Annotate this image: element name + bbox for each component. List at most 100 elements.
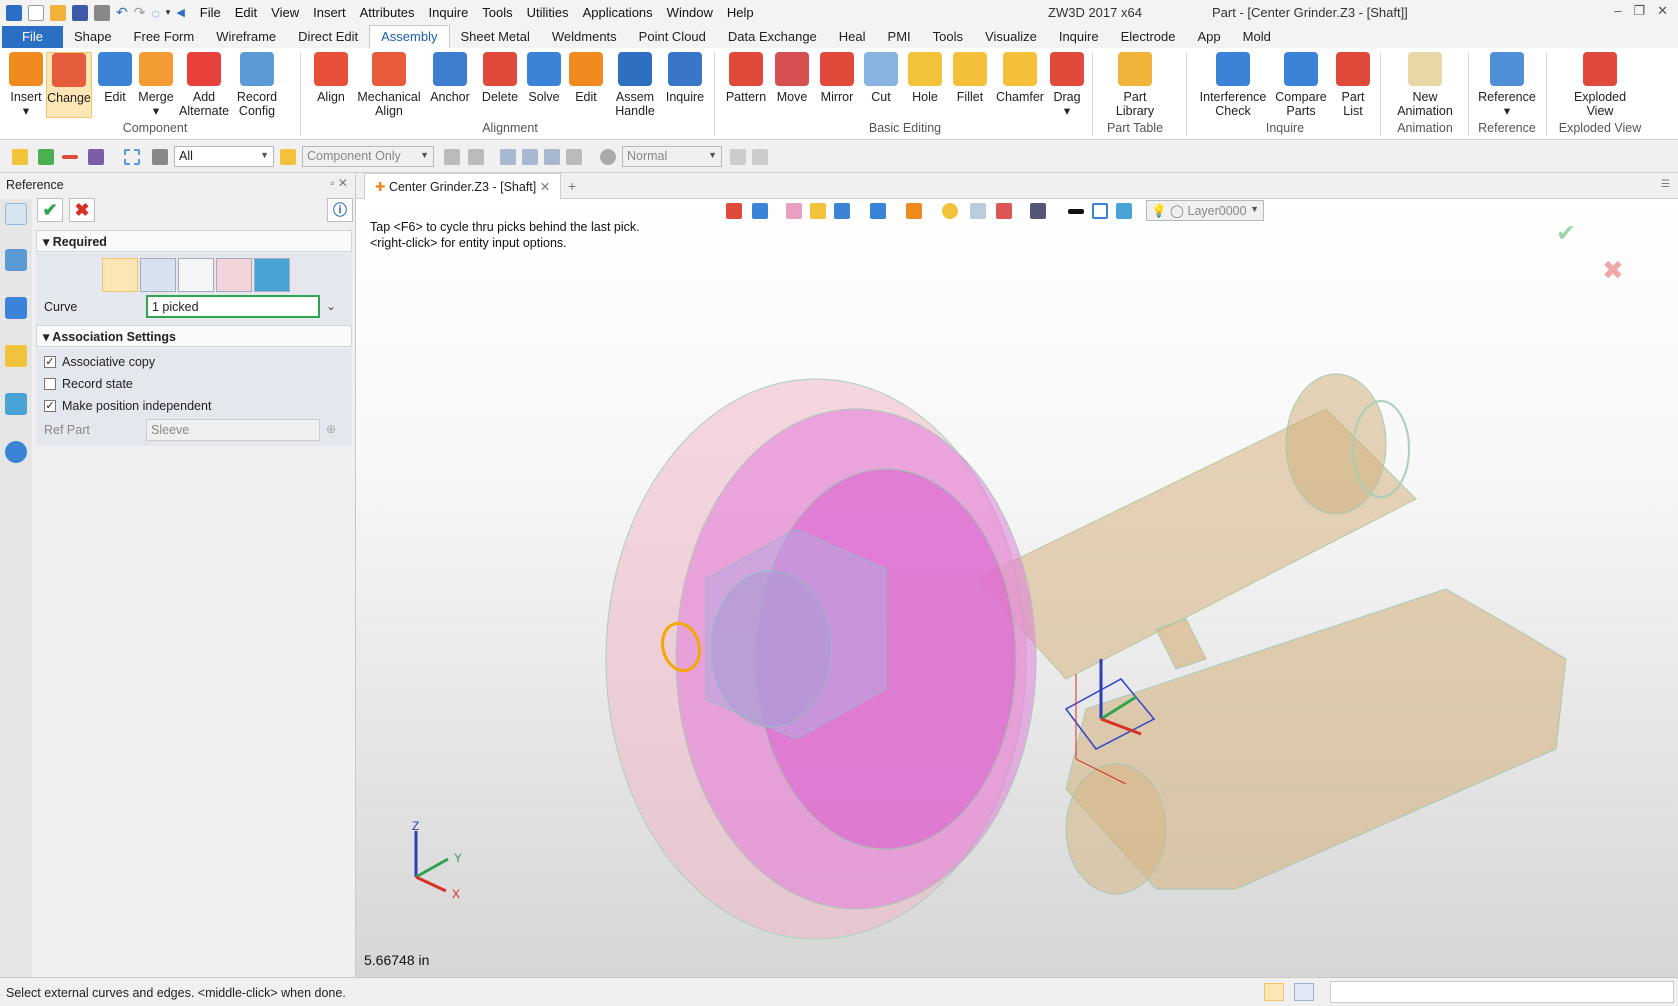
viewport-cancel-icon[interactable]: ✖ — [1602, 255, 1624, 286]
lasso-icon[interactable] — [124, 149, 140, 165]
tool-link-icon[interactable] — [752, 149, 768, 165]
filter-display-icon[interactable] — [1030, 203, 1046, 219]
status-input[interactable] — [1330, 981, 1674, 1003]
layer-combo[interactable]: 💡 ◯ Layer0000 ▼ — [1146, 200, 1264, 221]
checkbox-box[interactable]: ✓ — [44, 356, 56, 368]
cursor-tool-icon[interactable] — [730, 149, 746, 165]
association-section-header[interactable]: ▾ Association Settings — [36, 325, 352, 347]
minimize-icon[interactable]: – — [1614, 3, 1621, 19]
component-filter-combo[interactable]: Component Only ▼ — [302, 146, 434, 167]
drag-button[interactable]: Drag ▾ — [1050, 52, 1084, 118]
ok-button[interactable]: ✔ — [37, 198, 63, 222]
panel-close-icon[interactable]: ▫ ✕ — [330, 176, 348, 190]
viewport-ok-icon[interactable]: ✔ — [1556, 219, 1576, 248]
remove-pick-icon[interactable] — [62, 155, 78, 159]
menu-inquire[interactable]: Inquire — [422, 5, 476, 20]
mechanical-align-button[interactable]: Mechanical Align — [356, 52, 422, 118]
align-button[interactable]: Align — [312, 52, 350, 104]
snap-icon[interactable] — [444, 149, 460, 165]
mirror-button[interactable]: Mirror — [818, 52, 856, 104]
tab-tools[interactable]: Tools — [922, 26, 974, 48]
image-view-icon[interactable] — [5, 393, 27, 415]
cube-icon[interactable] — [810, 203, 826, 219]
tab-menu-icon[interactable]: ☰ — [1661, 179, 1670, 190]
add-pick-icon[interactable] — [38, 149, 54, 165]
assembly-tree-icon[interactable] — [5, 249, 27, 271]
tab-direct-edit[interactable]: Direct Edit — [287, 26, 369, 48]
measure-icon[interactable] — [996, 203, 1012, 219]
curve-filter-icon[interactable] — [102, 258, 138, 292]
tab-file[interactable]: File — [2, 26, 63, 48]
anchor-button[interactable]: Anchor — [428, 52, 472, 104]
menu-insert[interactable]: Insert — [306, 5, 353, 20]
user-icon[interactable] — [5, 441, 27, 463]
solve-button[interactable]: Solve — [526, 52, 562, 104]
section-icon[interactable] — [906, 203, 922, 219]
settings-gear-icon[interactable] — [600, 149, 616, 165]
pen-icon[interactable] — [786, 203, 802, 219]
fillet-button[interactable]: Fillet — [952, 52, 988, 104]
info-button[interactable]: ⓘ — [327, 198, 353, 222]
hole-button[interactable]: Hole — [908, 52, 942, 104]
part-list-button[interactable]: Part List — [1336, 52, 1370, 118]
reference-button[interactable]: Reference ▾ — [1476, 52, 1538, 118]
restore-icon[interactable]: ❐ — [1633, 3, 1645, 19]
chamfer-button[interactable]: Chamfer — [996, 52, 1044, 104]
menu-window[interactable]: Window — [660, 5, 720, 20]
tab-electrode[interactable]: Electrode — [1110, 26, 1187, 48]
zoom-fit-icon[interactable] — [970, 203, 986, 219]
3d-viewport[interactable]: 💡 ◯ Layer0000 ▼ Tap <F6> to cycle thru pi… — [356, 199, 1678, 977]
filter-combo[interactable]: All ▼ — [174, 146, 274, 167]
tab-inquire[interactable]: Inquire — [1048, 26, 1110, 48]
menu-tools[interactable]: Tools — [475, 5, 519, 20]
select-mode-icon[interactable]: ◌ — [151, 5, 159, 21]
display-mode-icon[interactable] — [870, 203, 886, 219]
associative-copy-checkbox[interactable]: ✓ Associative copy — [44, 355, 155, 369]
move-button[interactable]: Move — [774, 52, 810, 104]
edit-constraint-button[interactable]: Edit — [568, 52, 604, 104]
record-config-button[interactable]: Record Config — [234, 52, 280, 118]
curve-input[interactable]: 1 picked — [146, 295, 320, 318]
tab-app[interactable]: App — [1187, 26, 1232, 48]
assembly-model[interactable] — [556, 329, 1656, 949]
checkbox-box[interactable] — [44, 378, 56, 390]
open-folder-icon[interactable] — [50, 4, 66, 21]
quick-access-dropdown-icon[interactable]: ▾ — [166, 7, 171, 18]
tab-point-cloud[interactable]: Point Cloud — [628, 26, 717, 48]
exploded-view-button[interactable]: Exploded View — [1556, 52, 1644, 118]
tab-weldments[interactable]: Weldments — [541, 26, 628, 48]
tab-free-form[interactable]: Free Form — [123, 26, 206, 48]
print-icon[interactable] — [94, 4, 110, 21]
tab-pmi[interactable]: PMI — [877, 26, 922, 48]
interference-check-button[interactable]: Interference Check — [1198, 52, 1268, 118]
point-filter-icon[interactable] — [178, 258, 214, 292]
tab-mold[interactable]: Mold — [1232, 26, 1282, 48]
menu-attributes[interactable]: Attributes — [353, 5, 422, 20]
cut-button[interactable]: Cut — [864, 52, 898, 104]
part-view-icon[interactable] — [5, 345, 27, 367]
surface-filter-icon[interactable] — [216, 258, 252, 292]
tab-data-exchange[interactable]: Data Exchange — [717, 26, 828, 48]
add-alternate-button[interactable]: Add Alternate — [178, 52, 230, 118]
tab-center-grinder[interactable]: ✚ Center Grinder.Z3 - [Shaft] ✕ — [364, 173, 562, 199]
menu-view[interactable]: View — [264, 5, 306, 20]
menu-help[interactable]: Help — [720, 5, 761, 20]
new-tab-icon[interactable]: + — [568, 178, 576, 194]
back-icon[interactable]: ◀ — [176, 6, 184, 19]
edit-component-button[interactable]: Edit — [98, 52, 132, 104]
solid-filter-icon[interactable] — [254, 258, 290, 292]
menu-utilities[interactable]: Utilities — [520, 5, 576, 20]
pin-icon[interactable] — [566, 149, 582, 165]
merge-button[interactable]: Merge ▾ — [136, 52, 176, 118]
save-icon[interactable] — [72, 4, 88, 21]
make-position-independent-checkbox[interactable]: ✓ Make position independent — [44, 399, 211, 413]
view-back-icon[interactable] — [726, 203, 742, 219]
reference-tool-icon[interactable] — [5, 203, 27, 225]
ref-part-pick-icon[interactable]: ⊕ — [326, 422, 336, 436]
menu-applications[interactable]: Applications — [576, 5, 660, 20]
filter-list-icon[interactable] — [152, 149, 168, 165]
tab-shape[interactable]: Shape — [63, 26, 123, 48]
record-state-checkbox[interactable]: Record state — [44, 377, 133, 391]
tab-visualize[interactable]: Visualize — [974, 26, 1048, 48]
distribute-icon[interactable] — [522, 149, 538, 165]
